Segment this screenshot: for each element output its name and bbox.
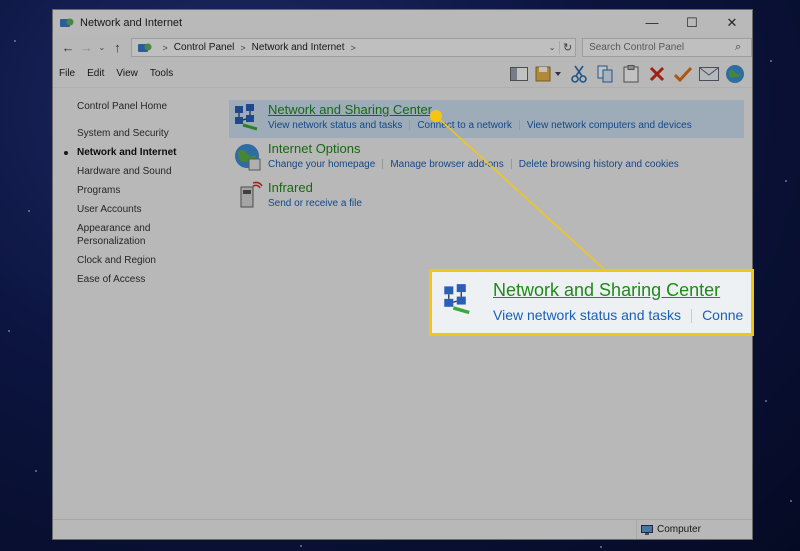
network-sharing-icon	[235, 104, 258, 131]
menu-tools[interactable]: Tools	[150, 68, 173, 79]
close-button[interactable]: ✕	[712, 10, 752, 35]
panes-icon[interactable]	[508, 63, 530, 85]
left-nav: Control Panel Home System and Security N…	[64, 101, 217, 292]
title-bar: Network and Internet — ☐ ✕	[53, 10, 752, 35]
network-sharing-icon	[444, 284, 470, 315]
category-links: Send or receive a file	[268, 198, 362, 209]
nav-hardware-and-sound[interactable]: Hardware and Sound	[77, 165, 217, 178]
nav-user-accounts[interactable]: User Accounts	[77, 203, 217, 216]
internet-options-icon	[235, 144, 261, 171]
delete-browsing-history-link[interactable]: Delete browsing history and cookies	[519, 159, 679, 170]
category-infrared[interactable]: Infrared Send or receive a file	[229, 178, 744, 216]
cut-icon[interactable]	[568, 63, 590, 85]
zoom-callout: Network and Sharing Center View network …	[429, 269, 754, 336]
minimize-button[interactable]: —	[632, 10, 672, 35]
up-button[interactable]: ↑	[108, 40, 126, 55]
mail-icon[interactable]	[698, 63, 720, 85]
nav-system-and-security[interactable]: System and Security	[77, 127, 217, 140]
nav-ease-of-access[interactable]: Ease of Access	[77, 273, 217, 286]
breadcrumb-control-panel[interactable]: Control Panel	[174, 42, 235, 53]
control-panel-icon	[137, 43, 152, 52]
view-network-computers-link[interactable]: View network computers and devices	[527, 120, 692, 131]
copy-icon[interactable]	[594, 63, 616, 85]
status-location-label: Computer	[657, 524, 701, 535]
internet-options-link[interactable]: Internet Options	[268, 141, 361, 156]
star	[600, 546, 602, 548]
toolbar	[504, 63, 752, 85]
nav-network-and-internet[interactable]: Network and Internet	[64, 146, 217, 159]
breadcrumb-separator[interactable]: >	[163, 43, 168, 53]
search-icon[interactable]: ⌕	[735, 41, 751, 54]
refresh-button[interactable]: ↻	[559, 41, 575, 54]
callout-connect-link[interactable]: Conne	[702, 307, 743, 323]
nav-programs[interactable]: Programs	[77, 184, 217, 197]
infrared-link[interactable]: Infrared	[268, 180, 313, 195]
control-panel-icon	[60, 18, 74, 27]
search-box[interactable]: ⌕	[582, 38, 752, 57]
menu-view[interactable]: View	[116, 68, 138, 79]
category-network-and-sharing-center[interactable]: Network and Sharing Center View network …	[229, 100, 744, 138]
breadcrumb-separator[interactable]: >	[240, 43, 245, 53]
star	[35, 470, 37, 472]
category-internet-options[interactable]: Internet Options Change your homepage Man…	[229, 139, 744, 177]
breadcrumb-separator[interactable]: >	[350, 43, 355, 53]
back-button[interactable]: ←	[59, 40, 77, 55]
connect-to-network-link[interactable]: Connect to a network	[417, 120, 512, 131]
control-panel-home-link[interactable]: Control Panel Home	[77, 101, 217, 112]
address-bar-row: ← → ⌄ ↑ > Control Panel > Network and In…	[53, 35, 752, 60]
search-input[interactable]	[583, 42, 735, 53]
view-network-status-link[interactable]: View network status and tasks	[268, 120, 402, 131]
manage-addons-link[interactable]: Manage browser add-ons	[390, 159, 503, 170]
callout-links: View network status and tasks Conne	[493, 307, 743, 324]
callout-view-network-status-link[interactable]: View network status and tasks	[493, 307, 681, 323]
maximize-button[interactable]: ☐	[672, 10, 712, 35]
star	[300, 545, 302, 547]
star	[790, 500, 792, 502]
recent-locations-button[interactable]: ⌄	[96, 43, 109, 52]
send-or-receive-file-link[interactable]: Send or receive a file	[268, 198, 362, 209]
breadcrumb-network-and-internet[interactable]: Network and Internet	[252, 42, 345, 53]
menu-bar: File Edit View Tools	[53, 60, 752, 88]
delete-icon[interactable]	[646, 63, 668, 85]
forward-button[interactable]: →	[77, 40, 95, 55]
star	[785, 180, 787, 182]
category-links: Change your homepage Manage browser add-o…	[268, 159, 679, 170]
address-box[interactable]: > Control Panel > Network and Internet >…	[130, 38, 577, 57]
star	[28, 210, 30, 212]
status-bar: Computer	[53, 519, 752, 539]
menu-edit[interactable]: Edit	[87, 68, 104, 79]
globe-icon[interactable]	[724, 63, 746, 85]
change-homepage-link[interactable]: Change your homepage	[268, 159, 375, 170]
star	[765, 400, 767, 402]
check-icon[interactable]	[672, 63, 694, 85]
paste-icon[interactable]	[620, 63, 642, 85]
organize-icon[interactable]	[534, 63, 564, 85]
category-links: View network status and tasks Connect to …	[268, 120, 692, 131]
computer-icon	[641, 524, 653, 535]
star	[8, 330, 10, 332]
star	[14, 40, 16, 42]
network-and-sharing-center-link[interactable]: Network and Sharing Center	[268, 102, 432, 117]
status-location: Computer	[636, 520, 752, 539]
address-dropdown-button[interactable]: ⌄	[545, 43, 559, 52]
menu-file[interactable]: File	[59, 68, 75, 79]
callout-network-and-sharing-center-link[interactable]: Network and Sharing Center	[493, 280, 720, 301]
nav-clock-and-region[interactable]: Clock and Region	[77, 254, 217, 267]
window-title: Network and Internet	[80, 16, 183, 29]
star	[770, 60, 772, 62]
infrared-icon	[240, 181, 263, 208]
nav-appearance-and-personalization[interactable]: Appearance and Personalization	[77, 222, 217, 248]
